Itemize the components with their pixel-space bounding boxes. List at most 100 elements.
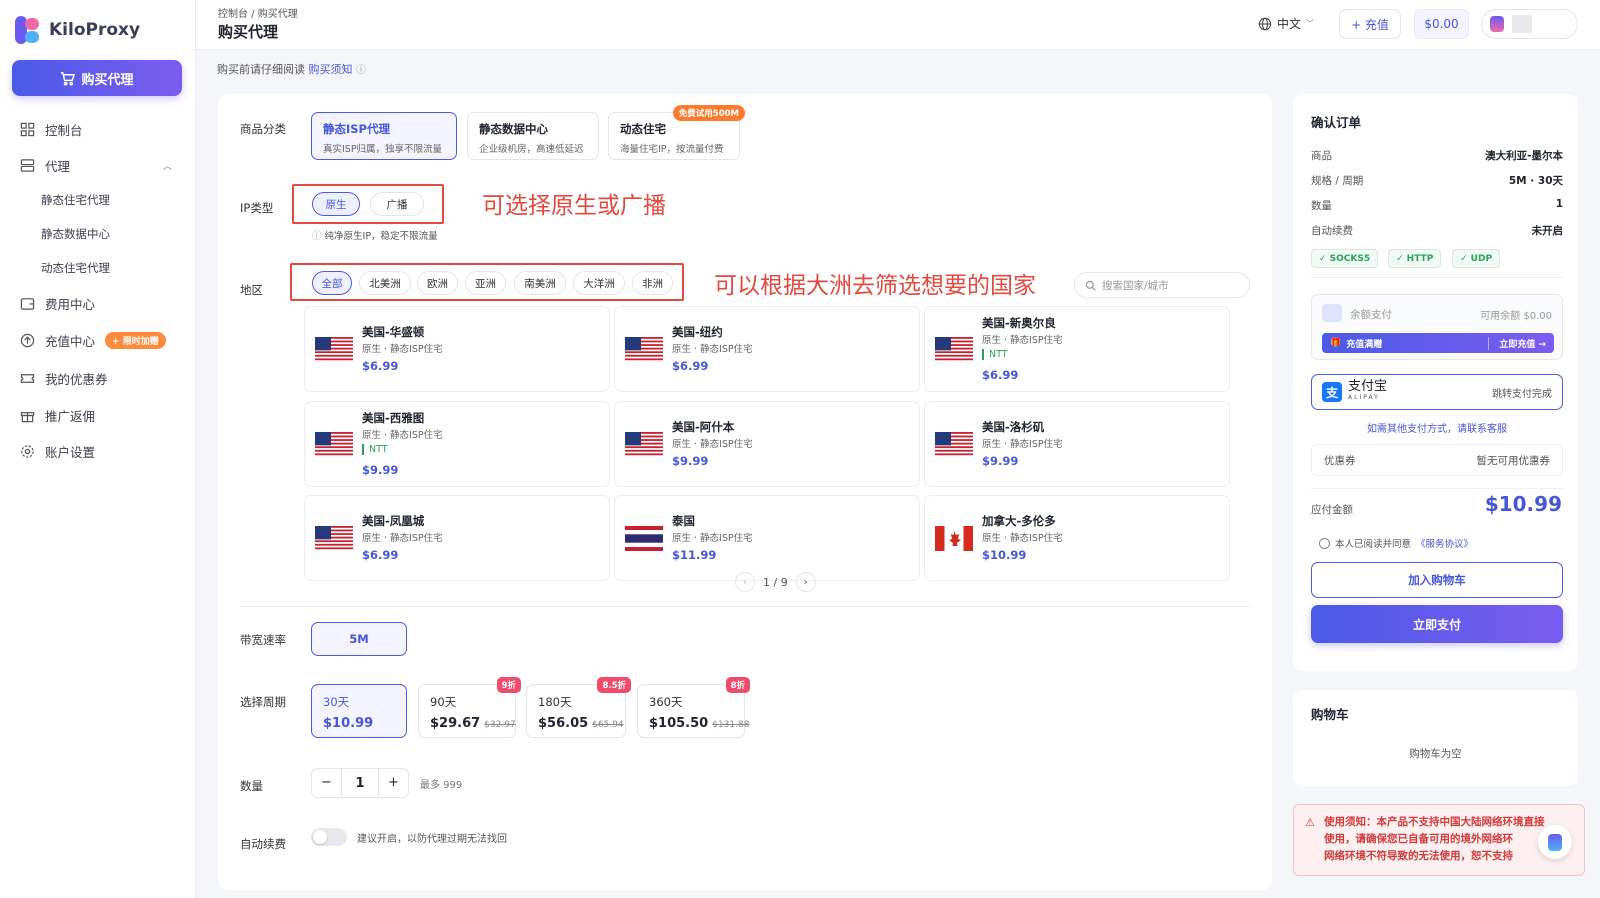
category-static-isp[interactable]: 静态ISP代理 真实ISP归属，独享不限流量 [311, 112, 457, 160]
category-desc: 海量住宅IP，按流量付费 [620, 144, 724, 155]
order-row: 数量 1 [1311, 198, 1563, 213]
location-price: $6.99 [362, 548, 399, 562]
recharge-promo-bar[interactable]: 🎁 充值满赠 立即充值 → [1322, 333, 1554, 353]
location-card[interactable]: 美国-阿什本 原生 · 静态ISP住宅 $9.99 [614, 401, 920, 487]
category-label: 商品分类 [240, 122, 286, 136]
chevron-down-icon: ﹀ [1306, 19, 1315, 28]
user-menu[interactable] [1481, 9, 1578, 39]
period-price: $105.50 [649, 716, 709, 731]
balance-available: 可用余额 $0.00 [1480, 311, 1552, 322]
quantity-stepper[interactable]: − 1 + [311, 768, 409, 798]
location-price: $9.99 [672, 454, 709, 468]
sidebar-item-dashboard[interactable]: 控制台 [20, 120, 83, 139]
location-card[interactable]: 美国-华盛顿 原生 · 静态ISP住宅 $6.99 [304, 306, 610, 392]
purchase-terms-link[interactable]: 购买须知 [309, 63, 353, 76]
period-days: 360天 [649, 695, 683, 709]
auto-renew-toggle[interactable] [311, 828, 347, 846]
location-card[interactable]: 美国-西雅图 原生 · 静态ISP住宅 NTT $9.99 [304, 401, 610, 487]
category-dynamic-residential[interactable]: 动态住宅 海量住宅IP，按流量付费 免费试用500M [608, 105, 745, 160]
wallet-icon [1322, 304, 1342, 322]
ip-type-hint-text: 纯净原生IP，稳定不限流量 [324, 231, 438, 242]
server-icon [20, 159, 35, 172]
period-days: 180天 [538, 695, 572, 709]
flag-th-icon [625, 526, 663, 551]
sidebar-item-static-residential[interactable]: 静态住宅代理 [41, 192, 110, 208]
buy-proxy-button[interactable]: 购买代理 [12, 60, 182, 96]
bandwidth-option-5m[interactable]: 5M [311, 622, 407, 656]
sidebar-item-billing[interactable]: 费用中心 [20, 294, 95, 313]
order-row: 商品 澳大利亚-墨尔本 [1311, 148, 1563, 163]
recharge-now-link[interactable]: 立即充值 → [1488, 336, 1546, 350]
order-row-value: 澳大利亚-墨尔本 [1485, 150, 1563, 162]
bandwidth-label: 带宽速率 [240, 633, 286, 647]
other-payment-link[interactable]: 如需其他支付方式，请联系客服 [1311, 420, 1563, 435]
service-agreement-link[interactable]: 《服务协议》 [1416, 536, 1473, 550]
category-static-datacenter[interactable]: 静态数据中心 企业级机房，高速低延迟 [467, 112, 599, 160]
location-price: $6.99 [362, 359, 399, 373]
balance-payment-option[interactable]: 余额支付 可用余额 $0.00 🎁 充值满赠 立即充值 → [1311, 294, 1563, 360]
protocol-badge-udp: ✓ UDP [1452, 249, 1501, 268]
annotation-ip-type: 可选择原生或广播 [482, 193, 666, 219]
agreement: 本人已阅读并同意 《服务协议》 [1319, 536, 1473, 550]
location-card[interactable]: 美国-纽约 原生 · 静态ISP住宅 $6.99 [614, 306, 920, 392]
alipay-payment-option[interactable]: 支 支付宝 ALIPAY 跳转支付完成 [1311, 374, 1563, 410]
location-name: 美国-纽约 [672, 325, 723, 339]
location-type: 原生 · 静态ISP住宅 [982, 439, 1063, 450]
warning-line: 使用须知：本产品不支持中国大陆网络环境直接 [1324, 816, 1545, 828]
location-price: $6.99 [672, 359, 709, 373]
location-name: 美国-西雅图 [362, 411, 425, 425]
gift-icon: 🎁 [1330, 338, 1342, 348]
location-name: 泰国 [672, 514, 695, 528]
balance-display[interactable]: $0.00 [1414, 9, 1469, 39]
agreement-checkbox[interactable] [1319, 537, 1330, 549]
auto-renew-label: 自动续费 [240, 837, 286, 851]
location-card[interactable]: 美国-新奥尔良 原生 · 静态ISP住宅 NTT $6.99 [924, 306, 1230, 392]
brand-logo[interactable]: KiloProxy [15, 16, 140, 44]
coupon-selector[interactable]: 优惠券 暂无可用优惠券 [1311, 444, 1563, 476]
period-90-days[interactable]: 9折 90天 $29.67 $32.97 [418, 677, 521, 738]
location-card[interactable]: 美国-洛杉矶 原生 · 静态ISP住宅 $9.99 [924, 401, 1230, 487]
location-name: 美国-阿什本 [672, 420, 735, 434]
alipay-label: 支付宝 [1348, 379, 1388, 394]
location-card[interactable]: 加拿大-多伦多 原生 · 静态ISP住宅 $10.99 [924, 495, 1230, 581]
language-selector[interactable]: 中文 ﹀ [1258, 15, 1314, 32]
ip-type-label: IP类型 [240, 201, 274, 215]
language-label: 中文 [1277, 17, 1302, 31]
sidebar-item-static-datacenter[interactable]: 静态数据中心 [41, 226, 110, 242]
location-card[interactable]: 泰国 原生 · 静态ISP住宅 $11.99 [614, 495, 920, 581]
period-360-days[interactable]: 8折 360天 $105.50 $131.88 [637, 677, 750, 738]
flag-us-icon [935, 432, 973, 457]
warning-line: 网络环境不符导致的无法使用，恕不支持 [1324, 850, 1513, 862]
add-to-cart-button[interactable]: 加入购物车 [1311, 562, 1563, 598]
sidebar-item-recharge[interactable]: 充值中心 + 限时加赠 [20, 331, 166, 350]
sidebar-item-settings[interactable]: 账户设置 [20, 442, 95, 461]
protocol-badge-http: ✓ HTTP [1388, 249, 1442, 268]
search-input[interactable]: 搜索国家/城市 [1102, 278, 1169, 293]
prev-page-button[interactable]: ‹ [735, 572, 755, 592]
increment-button[interactable]: + [378, 769, 408, 797]
wallet-icon [20, 298, 35, 310]
shopping-cart: 购物车 购物车为空 [1293, 690, 1578, 786]
cart-icon [61, 71, 76, 86]
location-card[interactable]: 美国-凤凰城 原生 · 静态ISP住宅 $6.99 [304, 495, 610, 581]
category-desc: 真实ISP归属，独享不限流量 [323, 144, 443, 155]
sidebar-item-proxy[interactable]: 代理 ︿ [20, 156, 172, 175]
page-indicator: 1 / 9 [763, 575, 788, 589]
sidebar-item-referral[interactable]: 推广返佣 [20, 406, 95, 425]
pay-now-button[interactable]: 立即支付 [1311, 605, 1563, 643]
pagination: ‹ 1 / 9 › [735, 572, 816, 592]
period-180-days[interactable]: 8.5折 180天 $56.05 $65.94 [526, 677, 631, 738]
quantity-input[interactable]: 1 [342, 776, 378, 791]
support-chat-icon[interactable] [1538, 825, 1572, 859]
order-summary: 确认订单 商品 澳大利亚-墨尔本 规格 / 周期 5M · 30天 数量 1 自动续费… [1293, 94, 1578, 671]
order-row-value: 1 [1555, 198, 1563, 210]
recharge-button[interactable]: + 充值 [1339, 9, 1401, 39]
region-search[interactable]: 搜索国家/城市 [1074, 272, 1250, 298]
gear-icon [21, 445, 34, 458]
next-page-button[interactable]: › [795, 572, 816, 592]
period-30-days[interactable]: 30天 $10.99 [311, 684, 407, 738]
sidebar-item-coupons[interactable]: 我的优惠券 [20, 369, 108, 388]
decrement-button[interactable]: − [312, 769, 342, 797]
sidebar-item-dynamic-residential[interactable]: 动态住宅代理 [41, 260, 110, 276]
period-days: 30天 [323, 695, 350, 709]
